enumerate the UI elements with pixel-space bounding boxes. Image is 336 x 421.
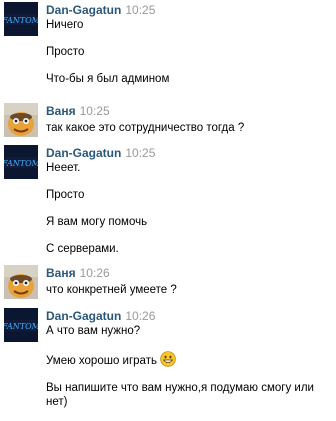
author-name-link[interactable]: Ваня: [46, 266, 76, 280]
cartoon-face-avatar[interactable]: [4, 103, 38, 137]
message-text: Просто: [46, 46, 85, 58]
message-text: С серверами.: [46, 243, 119, 255]
author-name-link[interactable]: Ваня: [46, 104, 76, 118]
message-text: Ничего: [46, 19, 84, 31]
message-text: Вы напишите что вам нужно,я подумаю смог…: [46, 382, 314, 408]
chat-history: FANTOM Dan-Gagatun 10:25 Ничего Просто Чт…: [0, 0, 336, 409]
cartoon-face-avatar[interactable]: [4, 265, 38, 299]
message-text: А что вам нужно?: [46, 325, 141, 337]
message-text: Я вам могу помочь: [46, 216, 148, 228]
avatar-logo-text: FANTOM: [4, 159, 38, 168]
fantom-logo-avatar[interactable]: FANTOM: [4, 145, 38, 179]
message-group: FANTOM Dan-Gagatun 10:25 Нееет. Просто Я …: [0, 145, 336, 256]
message-time: 10:25: [125, 3, 156, 17]
message-text: что конкретней умеете ?: [46, 284, 177, 296]
message-header: Dan-Gagatun 10:26: [46, 308, 336, 324]
avatar-logo-text: FANTOM: [4, 16, 38, 25]
avatar-logo-text: FANTOM: [4, 322, 38, 331]
message-text: Что-бы я был админом: [46, 73, 170, 85]
message-time: 10:26: [79, 266, 110, 280]
message-text: Нееет.: [46, 162, 81, 174]
author-name-link[interactable]: Dan-Gagatun: [46, 309, 121, 323]
message-group: Ваня 10:26 что конкретней умеете ?: [0, 265, 336, 299]
message-group: Ваня 10:25 так какое это сотрудничество т…: [0, 103, 336, 137]
message-text: Умею хорошо играть: [46, 355, 157, 368]
message-header: Ваня 10:25: [46, 103, 336, 119]
message-group: FANTOM Dan-Gagatun 10:26 А что вам нужно?…: [0, 308, 336, 409]
fantom-logo-avatar[interactable]: FANTOM: [4, 308, 38, 342]
author-name-link[interactable]: Dan-Gagatun: [46, 146, 121, 160]
grinning-smiley-icon: [160, 351, 176, 371]
message-time: 10:26: [125, 309, 156, 323]
message-text: Просто: [46, 189, 85, 201]
message-header: Dan-Gagatun 10:25: [46, 2, 336, 18]
message-time: 10:25: [125, 146, 156, 160]
message-group: FANTOM Dan-Gagatun 10:25 Ничего Просто Чт…: [0, 2, 336, 86]
message-header: Ваня 10:26: [46, 265, 336, 281]
message-time: 10:25: [79, 104, 110, 118]
author-name-link[interactable]: Dan-Gagatun: [46, 3, 121, 17]
message-with-emoji: Умею хорошо играть: [46, 351, 330, 371]
message-text: так какое это сотрудничество тогда ?: [46, 122, 245, 134]
fantom-logo-avatar[interactable]: FANTOM: [4, 2, 38, 36]
message-header: Dan-Gagatun 10:25: [46, 145, 336, 161]
